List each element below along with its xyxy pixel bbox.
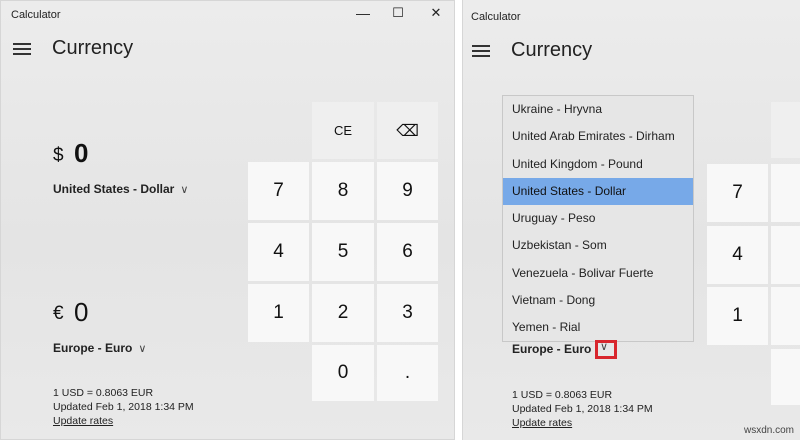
from-unit-label: United States - Dollar: [53, 182, 175, 196]
update-rates-link[interactable]: Update rates: [512, 417, 572, 429]
dropdown-item[interactable]: Uzbekistan - Som: [503, 232, 693, 259]
from-value-display[interactable]: 0: [74, 138, 88, 169]
key-7[interactable]: 7: [248, 162, 309, 220]
updated-timestamp: Updated Feb 1, 2018 1:34 PM: [53, 401, 194, 413]
key-9[interactable]: 9: [377, 162, 438, 220]
dropdown-item[interactable]: Ukraine - Hryvna: [503, 96, 693, 123]
clear-entry-button[interactable]: CE: [312, 102, 374, 159]
minimize-button[interactable]: —: [351, 5, 375, 21]
dropdown-item[interactable]: United Arab Emirates - Dirham: [503, 123, 693, 150]
from-unit-selector[interactable]: United States - Dollar ∨: [53, 182, 188, 196]
hamburger-menu-icon[interactable]: [472, 45, 490, 58]
from-currency-symbol: $: [53, 145, 64, 166]
to-unit-label: Europe - Euro: [53, 341, 133, 355]
exchange-rate-text: 1 USD = 0.8063 EUR: [512, 389, 613, 401]
calculator-window-left: Calculator — ☐ ✕ Currency $ 0 United Sta…: [0, 0, 455, 440]
to-unit-selector[interactable]: Europe - Euro: [512, 342, 591, 356]
app-title: Calculator: [471, 11, 521, 23]
mode-title: Currency: [511, 39, 593, 61]
key-0[interactable]: [771, 349, 800, 405]
key-3[interactable]: 3: [377, 284, 438, 342]
mode-title: Currency: [52, 37, 134, 59]
dropdown-item[interactable]: United Kingdom - Pound: [503, 151, 693, 178]
decimal-button[interactable]: .: [377, 345, 438, 401]
app-title: Calculator: [11, 9, 61, 21]
chevron-down-icon: ∨: [180, 184, 189, 196]
chevron-down-icon: ∨: [138, 343, 147, 355]
key-2[interactable]: 2: [312, 284, 374, 342]
currency-dropdown-list[interactable]: Ukraine - Hryvna United Arab Emirates - …: [502, 95, 694, 342]
chevron-down-icon[interactable]: ∨: [600, 340, 608, 353]
to-unit-label: Europe - Euro: [512, 342, 592, 356]
key-5[interactable]: 5: [312, 223, 374, 281]
hamburger-menu-icon[interactable]: [13, 43, 31, 56]
watermark: wsxdn.com: [743, 425, 794, 436]
maximize-button[interactable]: ☐: [386, 5, 410, 21]
key-2[interactable]: [771, 287, 800, 345]
close-button[interactable]: ✕: [424, 5, 448, 21]
dropdown-item[interactable]: Vietnam - Dong: [503, 287, 693, 314]
dropdown-item[interactable]: Venezuela - Bolivar Fuerte: [503, 260, 693, 287]
key-1[interactable]: 1: [248, 284, 309, 342]
dropdown-item-selected[interactable]: United States - Dollar: [503, 177, 693, 206]
key-4[interactable]: 4: [707, 226, 768, 284]
key-8[interactable]: 8: [312, 162, 374, 220]
dropdown-item[interactable]: Uruguay - Peso: [503, 205, 693, 232]
exchange-rate-text: 1 USD = 0.8063 EUR: [53, 387, 154, 399]
key-5[interactable]: [771, 226, 800, 284]
clear-entry-button[interactable]: [771, 102, 800, 158]
to-unit-selector[interactable]: Europe - Euro ∨: [53, 341, 146, 355]
dropdown-item[interactable]: Yemen - Rial: [503, 314, 693, 341]
to-value-display: 0: [74, 297, 89, 327]
to-currency-symbol: €: [53, 303, 64, 324]
key-1[interactable]: 1: [707, 287, 768, 345]
update-rates-link[interactable]: Update rates: [53, 415, 113, 427]
key-4[interactable]: 4: [248, 223, 309, 281]
key-0[interactable]: 0: [312, 345, 374, 401]
calculator-window-right: Calculator Currency 7 4 1 Ukraine - Hryv…: [462, 0, 800, 440]
key-8[interactable]: [771, 164, 800, 222]
key-7[interactable]: 7: [707, 164, 768, 222]
updated-timestamp: Updated Feb 1, 2018 1:34 PM: [512, 403, 653, 415]
backspace-icon[interactable]: ⌫: [377, 102, 438, 159]
key-6[interactable]: 6: [377, 223, 438, 281]
